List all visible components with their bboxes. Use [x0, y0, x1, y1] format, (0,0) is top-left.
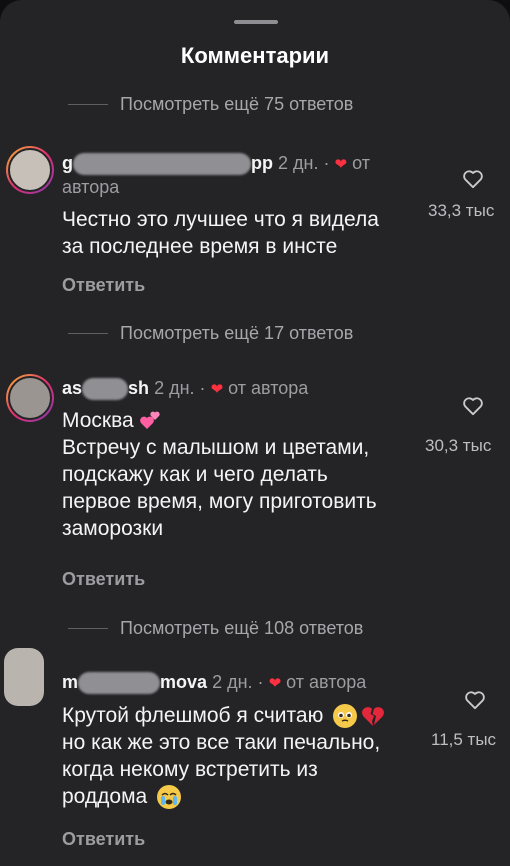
heart-icon: ❤	[334, 156, 348, 173]
avatar[interactable]	[6, 374, 54, 422]
heart-outline-icon[interactable]	[462, 169, 484, 189]
divider-line	[68, 332, 108, 334]
separator-dot: ·	[323, 153, 330, 173]
comment-line: подскажу как и чего делать	[62, 463, 328, 486]
author-like-label: от автора	[228, 378, 309, 398]
avatar[interactable]	[6, 146, 54, 194]
username[interactable]: as sh	[62, 378, 149, 401]
comment-line: Крутой флешмоб я считаю	[62, 702, 385, 729]
username[interactable]: m mova	[62, 672, 207, 695]
two-hearts-emoji-icon	[138, 409, 162, 433]
comment-line: первое время, могу приготовить	[62, 490, 377, 513]
comment-text: Честно это лучшее что я видела за послед…	[62, 206, 379, 260]
author-like-label-cont: автора	[62, 177, 120, 197]
redacted-username-blur	[78, 672, 161, 695]
heart-icon: ❤	[210, 381, 224, 398]
broken-heart-emoji-icon	[361, 704, 385, 728]
like-count: 33,3 тыс	[428, 201, 495, 220]
sheet-title: Комментарии	[180, 43, 330, 68]
view-more-replies-label: Посмотреть ещё 75 ответов	[120, 93, 354, 114]
comment-meta: as sh 2 дн. · ❤ от автора	[62, 377, 422, 401]
heart-outline-icon[interactable]	[462, 396, 484, 416]
pleading-face-emoji-icon	[333, 704, 358, 729]
comment-line: Честно это лучшее что я видела	[62, 208, 379, 231]
sheet-grabber-handle[interactable]	[234, 20, 278, 24]
author-like-label: от автора	[286, 672, 367, 692]
view-more-replies-label: Посмотреть ещё 17 ответов	[120, 322, 354, 343]
redacted-username-blur	[73, 153, 251, 176]
reply-button[interactable]: Ответить	[62, 829, 145, 850]
separator-dot: ·	[199, 378, 206, 398]
view-more-replies-label: Посмотреть ещё 108 ответов	[120, 617, 364, 638]
crying-face-emoji-icon	[157, 785, 182, 810]
like-count: 11,5 тыс	[431, 730, 497, 749]
comment-line: когда некому встретить из	[62, 758, 318, 781]
comments-sheet: Комментарии Посмотреть ещё 75 ответов gp…	[0, 0, 510, 866]
view-more-replies-button[interactable]: Посмотреть ещё 108 ответов	[68, 616, 363, 640]
author-like-label: от	[352, 153, 370, 173]
divider-line	[68, 103, 108, 105]
reply-button[interactable]: Ответить	[62, 569, 145, 590]
comment-line: Встречу с малышом и цветами,	[62, 436, 370, 459]
comment-meta: g pp 2 дн. · ❤ от автора	[62, 152, 392, 198]
redacted-username-blur	[82, 378, 129, 401]
separator-dot: ·	[257, 672, 264, 692]
timestamp: 2 дн.	[212, 672, 253, 692]
comment-line: роддома	[62, 783, 385, 810]
view-more-replies-button[interactable]: Посмотреть ещё 75 ответов	[68, 92, 353, 116]
reply-button[interactable]: Ответить	[62, 275, 145, 296]
timestamp: 2 дн.	[278, 153, 319, 173]
comment-line: заморозки	[62, 517, 164, 540]
view-more-replies-button[interactable]: Посмотреть ещё 17 ответов	[68, 321, 353, 345]
avatar[interactable]	[4, 648, 44, 706]
timestamp: 2 дн.	[154, 378, 195, 398]
comment-line: Москва	[62, 407, 377, 434]
comment-line: но как же это все таки печально,	[62, 731, 381, 754]
comment-text: Крутой флешмоб я считаю но как же это вс…	[62, 702, 385, 810]
comment-meta: m mova 2 дн. · ❤ от автора	[62, 671, 422, 695]
like-count: 30,3 тыс	[425, 436, 492, 455]
comment-line: за последнее время в инсте	[62, 235, 338, 258]
divider-line	[68, 627, 108, 629]
heart-icon: ❤	[268, 675, 282, 692]
heart-outline-icon[interactable]	[464, 690, 486, 710]
comment-text: Москва Встречу с малышом и цветами, подс…	[62, 407, 377, 542]
username[interactable]: g pp	[62, 153, 273, 176]
